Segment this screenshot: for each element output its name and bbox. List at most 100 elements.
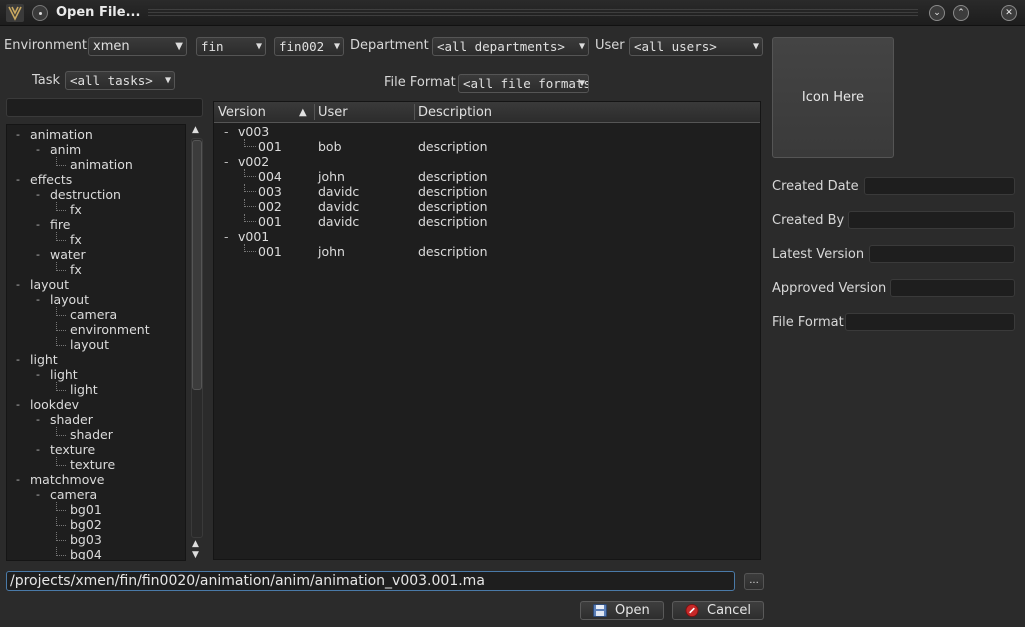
chevron-down-icon: ▼ <box>578 41 585 52</box>
column-header-user[interactable]: User <box>318 105 348 120</box>
collapse-icon[interactable]: - <box>36 368 40 381</box>
collapse-icon[interactable]: - <box>224 229 229 244</box>
close-button[interactable]: ✕ <box>1001 5 1017 21</box>
collapse-icon[interactable]: - <box>36 488 40 501</box>
collapse-icon[interactable]: - <box>16 128 20 141</box>
tree-item[interactable]: camera <box>70 307 117 322</box>
file-format-info-field[interactable] <box>845 313 1015 331</box>
environment-combo[interactable]: xmen ▼ <box>88 37 187 56</box>
cancel-button[interactable]: Cancel <box>672 601 764 620</box>
tree-item[interactable]: light <box>70 382 98 397</box>
scroll-up-arrow-icon[interactable]: ▲ <box>192 539 199 549</box>
versions-table[interactable]: Version ▲ User Description - v003 001 bob de… <box>213 101 761 560</box>
tree-item[interactable]: destruction <box>50 187 121 202</box>
table-row[interactable]: 001 davidc description <box>214 214 760 229</box>
collapse-icon[interactable]: - <box>16 473 20 486</box>
scrollbar-thumb[interactable] <box>192 140 202 390</box>
tree-search-input[interactable] <box>6 98 203 117</box>
tree-branch-line <box>56 202 57 211</box>
tree-item[interactable]: animation <box>30 127 93 142</box>
tree-item-label: light <box>30 352 58 367</box>
table-row[interactable]: 004 john description <box>214 169 760 184</box>
file-format-combo[interactable]: <all file formats> ▼ <box>458 74 589 93</box>
tree-item[interactable]: fire <box>50 217 70 232</box>
collapse-icon[interactable]: - <box>16 173 20 186</box>
table-row[interactable]: 001 bob description <box>214 139 760 154</box>
collapse-icon[interactable]: - <box>224 124 229 139</box>
tree-item[interactable]: layout <box>50 292 89 307</box>
tree-item[interactable]: bg04 <box>70 547 102 560</box>
window-menu-icon[interactable] <box>32 5 48 21</box>
tree-item[interactable]: lookdev <box>30 397 79 412</box>
collapse-icon[interactable]: - <box>224 154 229 169</box>
tree-item[interactable]: water <box>50 247 86 262</box>
user-combo[interactable]: <all users> ▼ <box>629 37 763 56</box>
maximize-button[interactable]: ⌃ <box>953 5 969 21</box>
tree-item[interactable]: fx <box>70 202 82 217</box>
collapse-icon[interactable]: - <box>36 293 40 306</box>
tree-item[interactable]: anim <box>50 142 81 157</box>
collapse-icon[interactable]: - <box>16 398 20 411</box>
collapse-icon[interactable]: - <box>36 218 40 231</box>
tree-branch-line <box>56 540 66 541</box>
tree-item[interactable]: layout <box>70 337 109 352</box>
tree-branch-line <box>56 337 57 346</box>
tree-item[interactable]: texture <box>50 442 95 457</box>
version-group-row[interactable]: - v003 <box>214 124 760 139</box>
task-combo[interactable]: <all tasks> ▼ <box>65 71 175 90</box>
tree-item[interactable]: layout <box>30 277 69 292</box>
table-row[interactable]: 002 davidc description <box>214 199 760 214</box>
shot-combo[interactable]: fin002 ▼ <box>274 37 344 56</box>
file-path-input[interactable]: /projects/xmen/fin/fin0020/animation/ani… <box>6 571 735 591</box>
tree-item[interactable]: shader <box>70 427 113 442</box>
tree-item[interactable]: environment <box>70 322 150 337</box>
tree-item-label: water <box>50 247 86 262</box>
column-separator[interactable] <box>314 104 315 120</box>
collapse-icon[interactable]: - <box>16 353 20 366</box>
created-date-field[interactable] <box>864 177 1015 195</box>
approved-version-field[interactable] <box>890 279 1015 297</box>
scroll-down-arrow-icon[interactable]: ▼ <box>192 550 199 560</box>
tree-item[interactable]: effects <box>30 172 72 187</box>
column-separator[interactable] <box>414 104 415 120</box>
table-row[interactable]: 001 john description <box>214 244 760 259</box>
tree-item[interactable]: light <box>30 352 58 367</box>
collapse-icon[interactable]: - <box>36 413 40 426</box>
tree-item[interactable]: bg03 <box>70 532 102 547</box>
tree-item[interactable]: shader <box>50 412 93 427</box>
tree-branch-line <box>56 390 66 391</box>
collapse-icon[interactable]: - <box>16 278 20 291</box>
user-value: <all users> <box>634 39 717 54</box>
scroll-up-arrow-icon[interactable]: ▲ <box>192 125 199 135</box>
tree-branch-line <box>56 165 66 166</box>
collapse-icon[interactable]: - <box>36 143 40 156</box>
tree-item[interactable]: camera <box>50 487 97 502</box>
tree-item[interactable]: bg02 <box>70 517 102 532</box>
tree-item[interactable]: texture <box>70 457 115 472</box>
collapse-icon[interactable]: - <box>36 248 40 261</box>
tree-item[interactable]: light <box>50 367 78 382</box>
tree-branch-line <box>56 465 66 466</box>
tree-item[interactable]: animation <box>70 157 133 172</box>
open-button[interactable]: Open <box>580 601 664 620</box>
collapse-icon[interactable]: - <box>36 188 40 201</box>
tree-item[interactable]: fx <box>70 232 82 247</box>
version-group-row[interactable]: - v002 <box>214 154 760 169</box>
tree-item[interactable]: fx <box>70 262 82 277</box>
tree-branch-line <box>56 322 57 331</box>
latest-version-field[interactable] <box>869 245 1015 263</box>
column-header-version[interactable]: Version <box>218 105 266 120</box>
department-combo[interactable]: <all departments> ▼ <box>432 37 589 56</box>
department-tree[interactable]: animation - anim - animation effects - destruct… <box>6 124 186 561</box>
tree-item[interactable]: bg01 <box>70 502 102 517</box>
tree-scrollbar[interactable]: ▲ ▲ ▼ <box>189 124 206 561</box>
tree-item[interactable]: matchmove <box>30 472 104 487</box>
browse-button[interactable]: ... <box>744 573 764 590</box>
minimize-button[interactable]: ⌄ <box>929 5 945 21</box>
created-by-field[interactable] <box>848 211 1015 229</box>
column-header-description[interactable]: Description <box>418 105 492 120</box>
sequence-combo[interactable]: fin ▼ <box>196 37 266 56</box>
collapse-icon[interactable]: - <box>36 443 40 456</box>
table-row[interactable]: 003 davidc description <box>214 184 760 199</box>
version-group-row[interactable]: - v001 <box>214 229 760 244</box>
